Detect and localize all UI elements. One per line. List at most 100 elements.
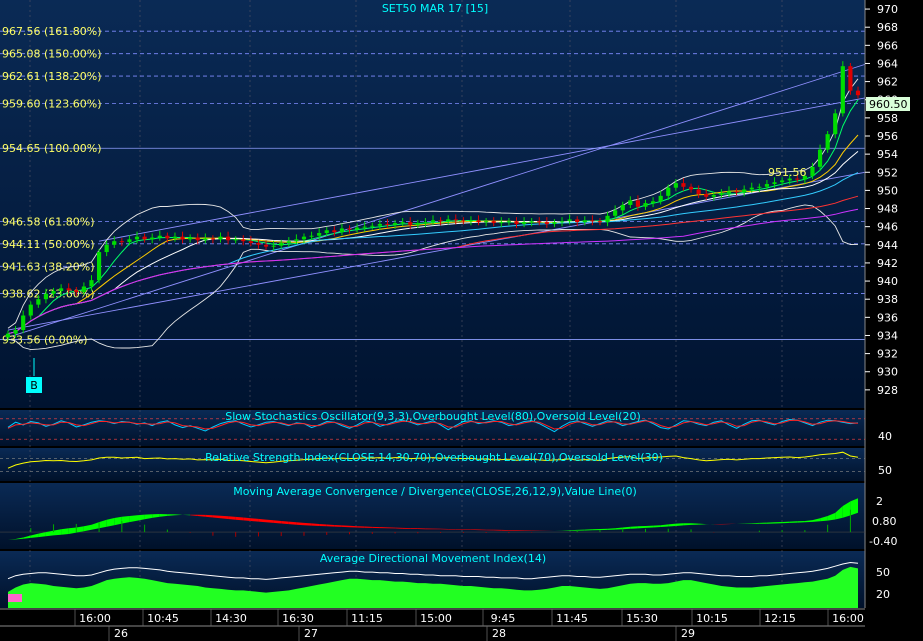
candle-body [218, 236, 223, 240]
candle-body [233, 239, 238, 241]
candle-body [400, 222, 405, 224]
candle-body [150, 237, 155, 240]
main-panel [0, 0, 865, 408]
candle-body [840, 66, 845, 114]
candle-body [279, 242, 284, 246]
buy-marker-label: B [30, 379, 38, 392]
price-and-indicator-chart: 967.56 (161.80%) 965.08 (150.00%) 962.61 (… [0, 0, 923, 641]
candle-body [271, 245, 276, 247]
candle-body [43, 293, 49, 300]
candle-body [817, 149, 823, 167]
price-tick-label: 934 [877, 329, 898, 342]
candle-body [339, 228, 345, 233]
macd-axis-label-mid: 0.80 [872, 515, 897, 528]
rsi-axis-label: 50 [878, 464, 892, 477]
candle-body [134, 236, 140, 240]
candle-body [575, 219, 580, 223]
candle-body [666, 187, 671, 196]
time-label: 16:00 [79, 612, 111, 625]
candle-body [711, 194, 716, 197]
candle-body [590, 220, 595, 222]
candle-body [620, 204, 625, 211]
candle-body [301, 236, 307, 240]
candle-body [74, 290, 79, 292]
candle-body [430, 220, 436, 223]
candle-body [309, 235, 314, 237]
fib-level-label: 933.56 (0.00%) [2, 333, 88, 346]
fib-level-label: 941.63 (38.20%) [2, 260, 95, 273]
price-tick-label: 958 [877, 112, 898, 125]
candle-body [742, 189, 747, 193]
candle-body [696, 189, 701, 195]
stoch-axis-label: 40 [878, 430, 892, 443]
candle-body [833, 113, 838, 135]
macd-fill-segment [372, 526, 380, 529]
macd-axis-label-low: -0.40 [869, 535, 897, 548]
candle-body [172, 236, 178, 239]
price-tick-label: 932 [877, 348, 898, 361]
price-tick-label: 942 [877, 257, 898, 270]
price-tick-label: 950 [877, 184, 898, 197]
candle-body [415, 223, 420, 225]
time-label: 10:15 [696, 612, 728, 625]
candle-body [529, 221, 534, 223]
candle-body [89, 280, 94, 287]
price-tick-label: 956 [877, 130, 898, 143]
candle-body [355, 227, 360, 230]
fib-level-label: 967.56 (161.80%) [2, 25, 102, 38]
candle-body [749, 187, 754, 190]
candle-body [704, 194, 709, 197]
time-label: 15:30 [626, 612, 658, 625]
adx-axis-label-top: 50 [876, 566, 890, 579]
candle-body [347, 228, 352, 230]
price-tick-label: 928 [877, 384, 898, 397]
candle-body [119, 241, 124, 243]
candle-body [332, 230, 337, 233]
macd-fill-segment [235, 516, 244, 521]
candle-body [855, 90, 861, 96]
candle-body [764, 184, 770, 187]
macd-fill-segment [463, 529, 471, 530]
price-tick-label: 938 [877, 293, 898, 306]
candle-body [688, 186, 694, 190]
macd-fill-segment [448, 529, 456, 530]
candle-body [506, 221, 511, 223]
day-label: 29 [681, 627, 695, 640]
candle-body [825, 134, 830, 150]
candle-body [491, 221, 496, 224]
macd-fill-segment [486, 529, 494, 531]
candle-body [499, 222, 504, 224]
candle-body [423, 222, 428, 224]
candle-body [613, 210, 618, 216]
candle-body [468, 220, 474, 222]
fib-level-label: 944.11 (50.00%) [2, 238, 95, 251]
day-label: 26 [114, 627, 128, 640]
adx-start-marker [8, 594, 22, 602]
candle-body [544, 222, 549, 224]
rsi-title: Relative Strength Index(CLOSE,14,30,70),… [205, 451, 663, 464]
candle-body [5, 333, 11, 338]
price-tick-label: 940 [877, 275, 898, 288]
candle-body [453, 219, 458, 221]
fib-level-label: 954.65 (100.00%) [2, 142, 102, 155]
candle-body [59, 288, 64, 292]
candle-body [408, 222, 413, 225]
time-label: 9:45 [491, 612, 516, 625]
time-axis: 16:00 10:45 14:30 16:30 11:15 15:00 9:45 11:45 1… [0, 608, 923, 641]
stoch-title: Slow Stochastics Oscillator(9,3,3),Overb… [225, 410, 641, 423]
price-tick-label: 954 [877, 148, 898, 161]
fib-level-label: 946.58 (61.80%) [2, 215, 95, 228]
candle-body [521, 222, 527, 224]
candle-body [567, 219, 572, 222]
chart-title: SET50 MAR 17 [15] [382, 2, 488, 15]
price-tick-label: 944 [877, 239, 898, 252]
candle-body [317, 233, 322, 236]
candle-body [385, 223, 390, 225]
price-tick-label: 930 [877, 366, 898, 379]
candle-body [104, 244, 109, 253]
candle-body [476, 220, 481, 223]
candle-body [559, 221, 565, 223]
candle-body [605, 215, 610, 223]
last-price-label: 960.50 [869, 98, 908, 111]
candle-body [195, 237, 200, 241]
